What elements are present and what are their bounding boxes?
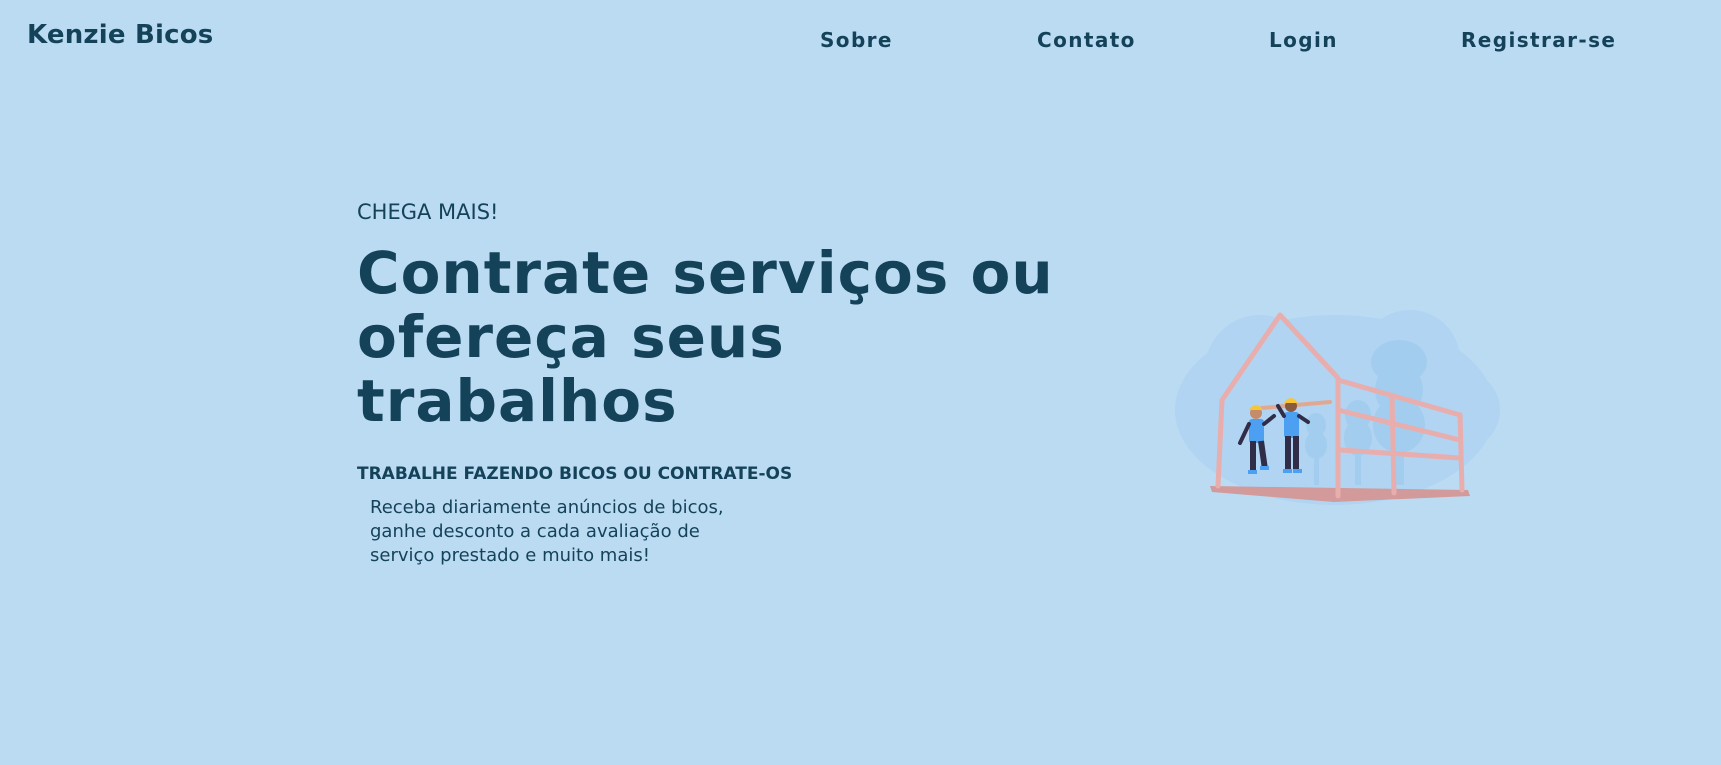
nav-link-contato[interactable]: Contato <box>1037 28 1136 52</box>
nav-link-registrar[interactable]: Registrar-se <box>1461 28 1616 52</box>
main-nav: Sobre Contato Login Registrar-se <box>0 28 1721 58</box>
hero-description: Receba diariamente anúncios de bicos, ga… <box>370 497 724 566</box>
workers-building-house-illustration <box>1175 310 1500 505</box>
hero-eyebrow: CHEGA MAIS! <box>357 200 499 224</box>
hero-headline: Contrate serviços ou ofereça seus trabal… <box>357 239 1054 435</box>
nav-link-sobre[interactable]: Sobre <box>820 28 893 52</box>
nav-link-login[interactable]: Login <box>1269 28 1338 52</box>
hero-subheadline: TRABALHE FAZENDO BICOS OU CONTRATE-OS <box>357 464 793 484</box>
